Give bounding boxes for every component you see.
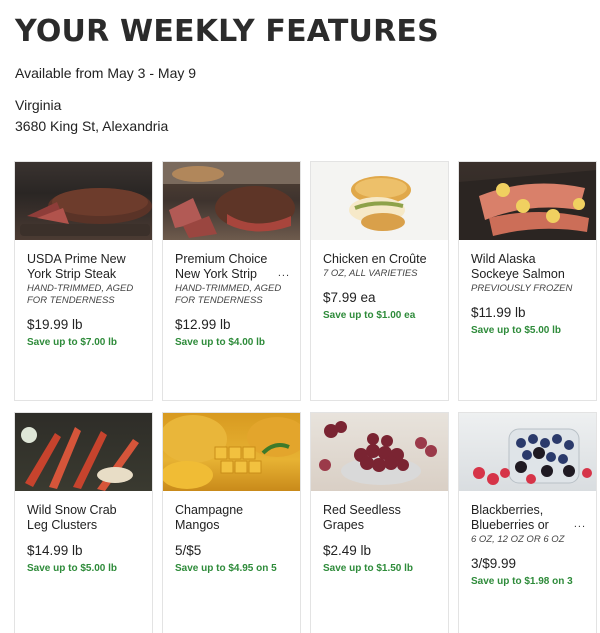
product-savings: Save up to $1.98 on 3 <box>471 576 573 587</box>
product-price: $14.99 lb <box>27 543 83 558</box>
product-price: $19.99 lb <box>27 317 83 332</box>
product-price: $12.99 lb <box>175 317 231 332</box>
chicken-image[interactable] <box>311 162 448 240</box>
mango-image[interactable] <box>163 413 300 491</box>
product-card[interactable]: Wild Alaska Sockeye Salmon PREVIOUSLY FR… <box>458 161 597 401</box>
product-card[interactable]: Champagne Mangos 5/$5 Save up to $4.95 o… <box>162 412 301 633</box>
product-card[interactable]: Blackberries, Blueberries or ... 6 OZ, 1… <box>458 412 597 633</box>
product-name[interactable]: Wild Snow Crab Leg Clusters <box>27 503 140 533</box>
product-card[interactable]: Chicken en Croûte 7 OZ, ALL VARIETIES $7… <box>310 161 449 401</box>
product-savings: Save up to $1.50 lb <box>323 563 414 574</box>
product-card[interactable]: Premium Choice New York Strip ... HAND-T… <box>162 161 301 401</box>
berries-image[interactable] <box>459 413 596 491</box>
product-description: 7 OZ, ALL VARIETIES <box>323 268 418 279</box>
product-card[interactable]: Wild Snow Crab Leg Clusters $14.99 lb Sa… <box>14 412 153 633</box>
product-name[interactable]: USDA Prime New York Strip Steak <box>27 252 140 282</box>
availability-dates: Available from May 3 - May 9 <box>15 65 197 81</box>
product-price: $7.99 ea <box>323 290 376 305</box>
crab-image[interactable] <box>15 413 152 491</box>
grapes-image[interactable] <box>311 413 448 491</box>
product-name[interactable]: Champagne Mangos <box>175 503 288 533</box>
salmon-image[interactable] <box>459 162 596 240</box>
product-savings: Save up to $1.00 ea <box>323 310 416 321</box>
product-name[interactable]: Red Seedless Grapes <box>323 503 436 533</box>
product-price: $11.99 lb <box>471 305 526 320</box>
product-savings: Save up to $4.00 lb <box>175 337 266 348</box>
product-description: HAND-TRIMMED, AGED FOR TENDERNESS <box>27 283 134 306</box>
store-address: 3680 King St, Alexandria <box>15 118 169 134</box>
product-name[interactable]: Blackberries, Blueberries or <box>471 503 584 533</box>
product-name[interactable]: Premium Choice New York Strip <box>175 252 288 282</box>
product-savings: Save up to $7.00 lb <box>27 337 118 348</box>
product-savings: Save up to $5.00 lb <box>27 563 118 574</box>
page-title: YOUR WEEKLY FEATURES <box>15 14 439 49</box>
product-name[interactable]: Wild Alaska Sockeye Salmon <box>471 252 584 282</box>
product-description: PREVIOUSLY FROZEN <box>471 283 573 294</box>
product-price: 5/$5 <box>175 543 202 558</box>
steak-image[interactable] <box>15 162 152 240</box>
store-state: Virginia <box>15 97 62 113</box>
more-options-icon[interactable]: ... <box>278 267 290 279</box>
product-card[interactable]: Red Seedless Grapes $2.49 lb Save up to … <box>310 412 449 633</box>
product-savings: Save up to $5.00 lb <box>471 325 562 336</box>
product-savings: Save up to $4.95 on 5 <box>175 563 277 574</box>
product-card[interactable]: USDA Prime New York Strip Steak HAND-TRI… <box>14 161 153 401</box>
steak-image[interactable] <box>163 162 300 240</box>
product-price: 3/$9.99 <box>471 556 517 571</box>
product-description: 6 OZ, 12 OZ OR 6 OZ <box>471 534 565 545</box>
more-options-icon[interactable]: ... <box>574 518 586 530</box>
product-description: HAND-TRIMMED, AGED FOR TENDERNESS <box>175 283 282 306</box>
product-price: $2.49 lb <box>323 543 372 558</box>
product-grid: USDA Prime New York Strip Steak HAND-TRI… <box>14 161 600 633</box>
product-name[interactable]: Chicken en Croûte <box>323 252 436 267</box>
